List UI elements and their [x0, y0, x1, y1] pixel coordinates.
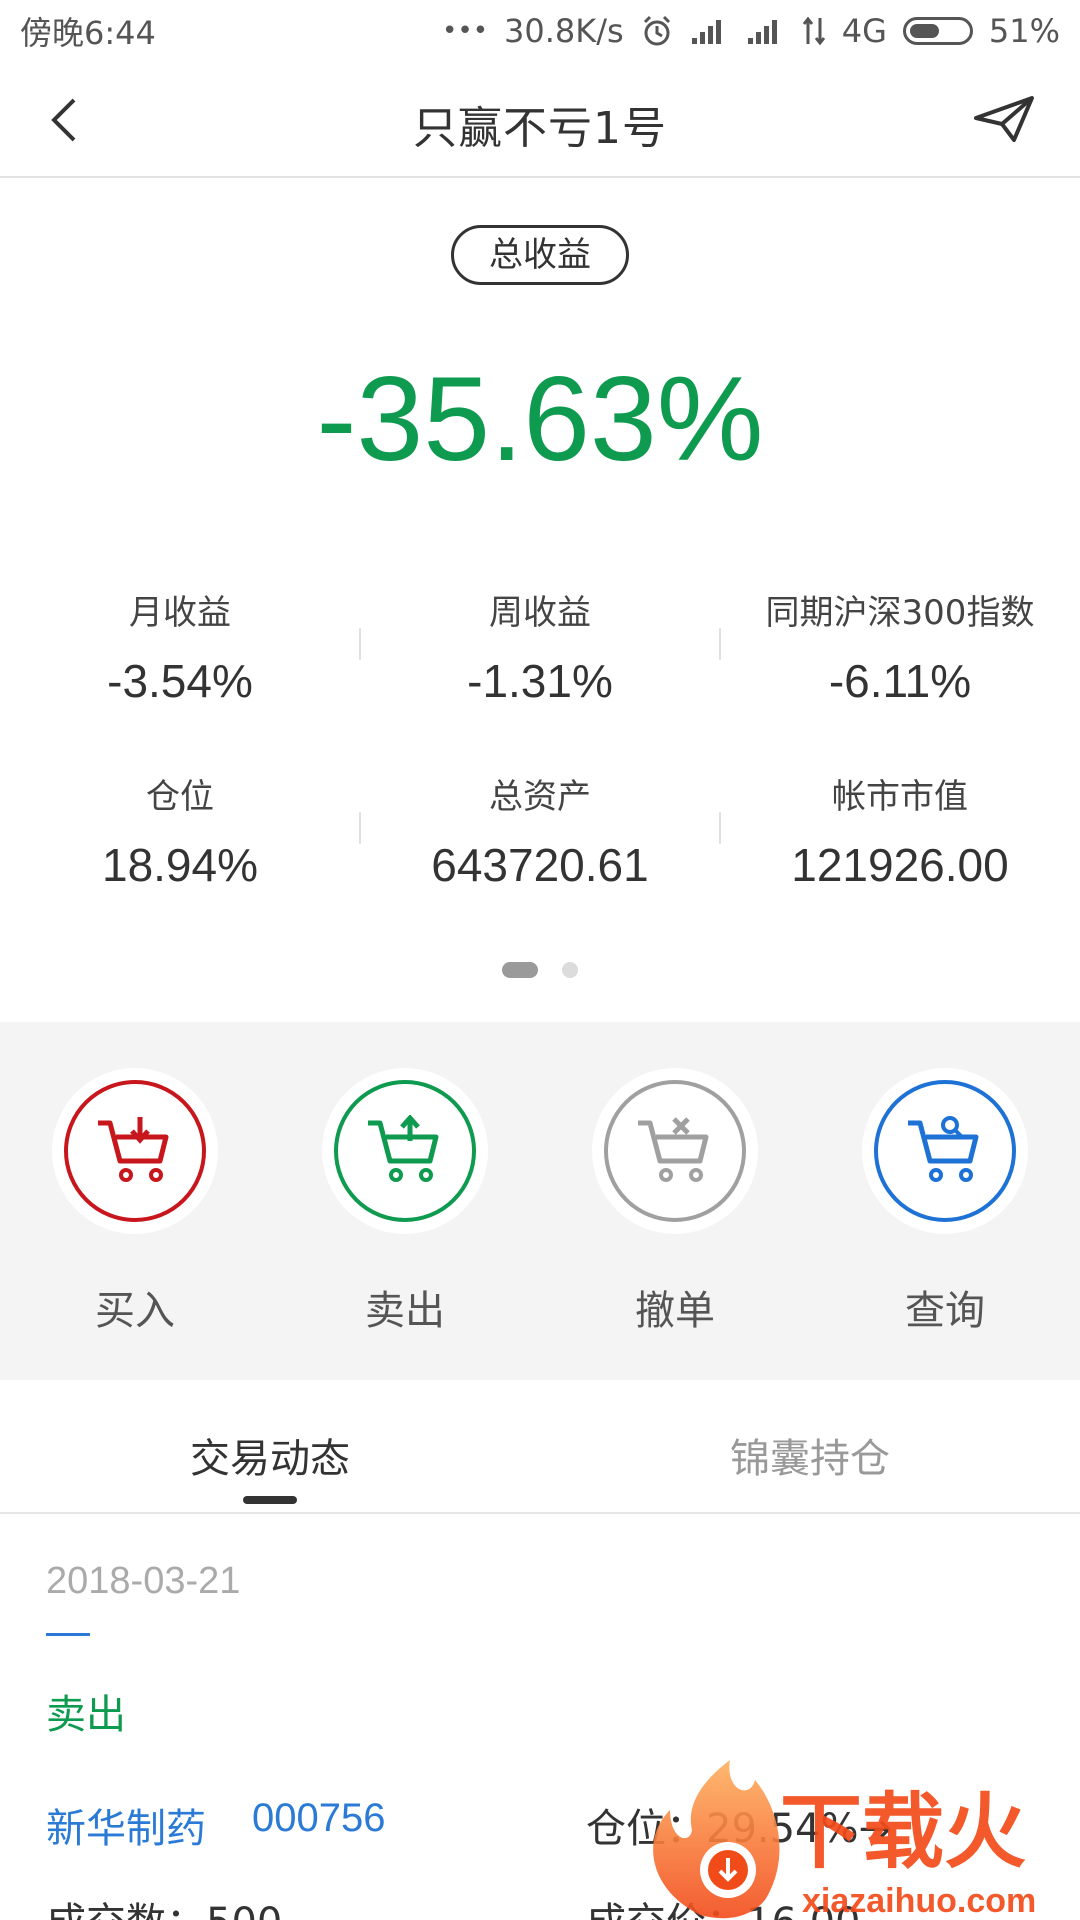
cart-sell-icon — [334, 1080, 476, 1222]
sell-label: 卖出 — [365, 1288, 445, 1334]
tab-label: 交易动态 — [190, 1436, 350, 1482]
stat-market-value: 帐市市值 121926.00 — [720, 764, 1080, 948]
watermark-logo: 下载火 xiazaihuo.com — [630, 1740, 1080, 1920]
status-icons: ••• 30.8K/s 4G 51% — [442, 12, 1060, 50]
stat-position: 仓位 18.94% — [0, 764, 360, 948]
stat-hs300-index: 同期沪深300指数 -6.11% — [720, 580, 1080, 764]
cart-cancel-icon — [604, 1080, 746, 1222]
stat-total-assets: 总资产 643720.61 — [360, 764, 720, 948]
stat-value: 121926.00 — [791, 839, 1009, 891]
battery-icon — [902, 17, 973, 45]
stats-row-1: 月收益 -3.54% 周收益 -1.31% 同期沪深300指数 -6.11% — [0, 580, 1080, 764]
buy-button[interactable]: 买入 — [0, 1022, 270, 1380]
status-bar: 傍晚6:44 ••• 30.8K/s 4G 51% — [0, 0, 1080, 62]
divider — [359, 812, 361, 844]
stat-value: -6.11% — [828, 655, 972, 707]
query-label: 查询 — [905, 1288, 985, 1334]
trade-type: 卖出 — [46, 1692, 126, 1738]
divider — [719, 812, 721, 844]
stat-label: 帐市市值 — [832, 777, 968, 817]
stat-value: -3.54% — [107, 655, 253, 707]
page-title: 只赢不亏1号 — [413, 103, 667, 154]
tab-trade-activity[interactable]: 交易动态 — [0, 1380, 540, 1512]
signal-icon-2 — [746, 16, 786, 46]
watermark-site: xiazaihuo.com — [802, 1882, 1036, 1920]
network-speed: 30.8K/s — [504, 12, 624, 50]
content-tabs: 交易动态 锦囊持仓 — [0, 1380, 1080, 1514]
sell-button[interactable]: 卖出 — [270, 1022, 540, 1380]
stat-label: 总资产 — [489, 777, 591, 817]
battery-percent: 51% — [988, 12, 1060, 50]
divider — [719, 628, 721, 660]
stock-code-link[interactable]: 000756 — [252, 1796, 385, 1841]
stat-label: 月收益 — [129, 593, 231, 633]
query-button[interactable]: 查询 — [810, 1022, 1080, 1380]
stat-value: 18.94% — [101, 839, 258, 891]
cancel-order-button[interactable]: 撤单 — [540, 1022, 810, 1380]
tab-label: 锦囊持仓 — [730, 1436, 890, 1482]
page-indicator — [0, 962, 1080, 978]
buy-label: 买入 — [95, 1288, 175, 1334]
status-time: 傍晚6:44 — [20, 14, 156, 52]
trade-date: 2018-03-21 — [46, 1560, 241, 1602]
page-dot-active — [502, 962, 538, 978]
stat-value: 643720.61 — [431, 839, 649, 891]
total-return-label: 总收益 — [451, 225, 629, 285]
date-accent-line — [46, 1633, 90, 1636]
stats-row-2: 仓位 18.94% 总资产 643720.61 帐市市值 121926.00 — [0, 764, 1080, 948]
cart-query-icon — [874, 1080, 1016, 1222]
trade-actions: 买入 卖出 撤单 查询 — [0, 1022, 1080, 1380]
divider — [359, 628, 361, 660]
stat-label: 仓位 — [146, 777, 214, 817]
stock-name-link[interactable]: 新华制药 — [46, 1796, 206, 1854]
network-type: 4G — [841, 12, 887, 50]
cart-buy-icon — [64, 1080, 206, 1222]
tab-active-indicator — [243, 1496, 297, 1504]
stat-label: 周收益 — [489, 593, 591, 633]
data-transfer-icon — [802, 16, 826, 46]
alarm-icon — [640, 14, 674, 48]
stats-grid[interactable]: 月收益 -3.54% 周收益 -1.31% 同期沪深300指数 -6.11% 仓… — [0, 580, 1080, 948]
more-dots-icon: ••• — [442, 16, 489, 46]
tab-portfolio-holdings[interactable]: 锦囊持仓 — [540, 1380, 1080, 1512]
stat-label: 同期沪深300指数 — [765, 593, 1035, 633]
watermark-brand: 下载火 — [780, 1785, 1026, 1880]
trade-quantity: 成交数：500 — [46, 1890, 282, 1920]
stat-value: -1.31% — [467, 655, 613, 707]
signal-icon — [690, 16, 730, 46]
share-button[interactable] — [972, 92, 1036, 148]
stat-monthly-return: 月收益 -3.54% — [0, 580, 360, 764]
stat-weekly-return: 周收益 -1.31% — [360, 580, 720, 764]
page-dot — [562, 962, 578, 978]
total-return-value: -35.63% — [316, 352, 764, 486]
paper-plane-icon — [974, 96, 1034, 142]
nav-bar: 只赢不亏1号 — [0, 62, 1080, 178]
cancel-order-label: 撤单 — [635, 1288, 715, 1334]
